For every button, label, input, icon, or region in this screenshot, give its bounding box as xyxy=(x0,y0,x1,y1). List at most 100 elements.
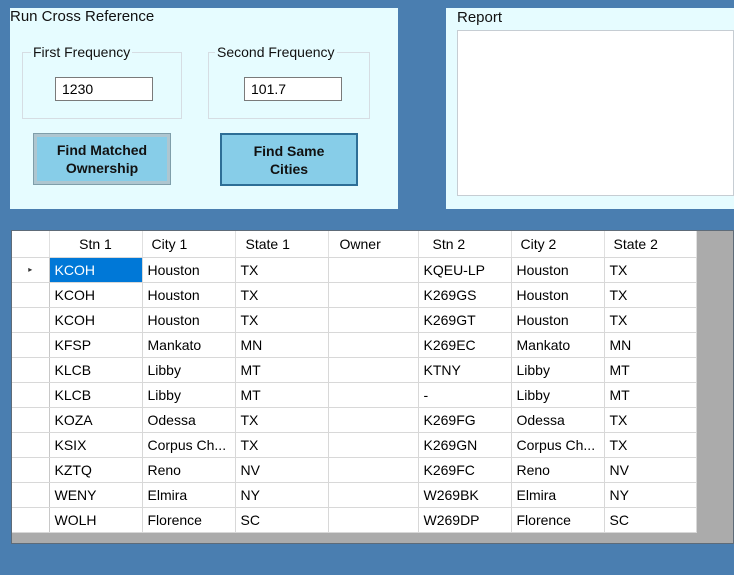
table-row[interactable]: WENY Elmira NY W269BK Elmira NY xyxy=(12,482,697,508)
cell-city2[interactable]: Houston xyxy=(511,257,605,283)
cell-stn1[interactable]: KLCB xyxy=(49,357,143,383)
column-header-state2[interactable]: State 2 xyxy=(604,231,697,258)
cell-owner[interactable] xyxy=(328,257,419,283)
row-header[interactable] xyxy=(12,482,50,508)
cell-city1[interactable]: Houston xyxy=(142,257,236,283)
cell-owner[interactable] xyxy=(328,482,419,508)
second-frequency-input[interactable] xyxy=(244,77,342,101)
cell-state1[interactable]: TX xyxy=(235,257,329,283)
cell-stn1[interactable]: KCOH xyxy=(49,282,143,308)
cell-city1[interactable]: Libby xyxy=(142,357,236,383)
find-matched-ownership-button[interactable]: Find Matched Ownership xyxy=(33,133,171,185)
first-frequency-input[interactable] xyxy=(55,77,153,101)
cell-city1[interactable]: Corpus Ch... xyxy=(142,432,236,458)
cell-stn2[interactable]: W269BK xyxy=(418,482,512,508)
find-same-cities-button[interactable]: Find Same Cities xyxy=(220,133,358,186)
cell-owner[interactable] xyxy=(328,332,419,358)
cell-state2[interactable]: MT xyxy=(604,382,697,408)
report-textbox[interactable] xyxy=(457,30,734,196)
row-header[interactable] xyxy=(12,282,50,308)
cell-stn2[interactable]: K269GT xyxy=(418,307,512,333)
cell-owner[interactable] xyxy=(328,432,419,458)
cell-stn1[interactable]: KLCB xyxy=(49,382,143,408)
cell-stn1[interactable]: KSIX xyxy=(49,432,143,458)
cell-city1[interactable]: Houston xyxy=(142,307,236,333)
cell-city2[interactable]: Libby xyxy=(511,357,605,383)
cell-city1[interactable]: Mankato xyxy=(142,332,236,358)
cell-city2[interactable]: Florence xyxy=(511,507,605,533)
cell-city1[interactable]: Odessa xyxy=(142,407,236,433)
cell-stn1[interactable]: WOLH xyxy=(49,507,143,533)
row-header[interactable] xyxy=(12,507,50,533)
cell-state2[interactable]: TX xyxy=(604,407,697,433)
cell-city2[interactable]: Elmira xyxy=(511,482,605,508)
table-row[interactable]: KCOH Houston TX K269GT Houston TX xyxy=(12,307,697,333)
cell-city1[interactable]: Florence xyxy=(142,507,236,533)
cell-state2[interactable]: NV xyxy=(604,457,697,483)
cell-state1[interactable]: NV xyxy=(235,457,329,483)
column-header-stn2[interactable]: Stn 2 xyxy=(418,231,512,258)
cell-city1[interactable]: Reno xyxy=(142,457,236,483)
cell-stn1[interactable]: KCOH xyxy=(49,257,143,283)
table-row[interactable]: KFSP Mankato MN K269EC Mankato MN xyxy=(12,332,697,358)
cell-stn2[interactable]: KTNY xyxy=(418,357,512,383)
row-header[interactable] xyxy=(12,357,50,383)
column-header-owner[interactable]: Owner xyxy=(328,231,419,258)
cell-stn1[interactable]: KZTQ xyxy=(49,457,143,483)
cell-stn1[interactable]: WENY xyxy=(49,482,143,508)
row-indicator-icon[interactable]: ▸ xyxy=(12,257,50,283)
row-header[interactable] xyxy=(12,332,50,358)
column-header-state1[interactable]: State 1 xyxy=(235,231,329,258)
cell-owner[interactable] xyxy=(328,307,419,333)
row-header[interactable] xyxy=(12,457,50,483)
results-grid[interactable]: Stn 1 City 1 State 1 Owner Stn 2 City 2 … xyxy=(11,230,734,544)
cell-owner[interactable] xyxy=(328,407,419,433)
column-header-stn1[interactable]: Stn 1 xyxy=(49,231,143,258)
table-row[interactable]: ▸ KCOH Houston TX KQEU-LP Houston TX xyxy=(12,257,697,283)
table-row[interactable]: KOZA Odessa TX K269FG Odessa TX xyxy=(12,407,697,433)
table-row[interactable]: KCOH Houston TX K269GS Houston TX xyxy=(12,282,697,308)
cell-city2[interactable]: Houston xyxy=(511,307,605,333)
row-header[interactable] xyxy=(12,307,50,333)
cell-stn2[interactable]: K269EC xyxy=(418,332,512,358)
cell-state1[interactable]: TX xyxy=(235,407,329,433)
table-row[interactable]: KSIX Corpus Ch... TX K269GN Corpus Ch...… xyxy=(12,432,697,458)
column-header-city1[interactable]: City 1 xyxy=(142,231,236,258)
cell-city2[interactable]: Mankato xyxy=(511,332,605,358)
cell-stn2[interactable]: K269FG xyxy=(418,407,512,433)
cell-state2[interactable]: MT xyxy=(604,357,697,383)
table-row[interactable]: KLCB Libby MT KTNY Libby MT xyxy=(12,357,697,383)
cell-state1[interactable]: NY xyxy=(235,482,329,508)
cell-state2[interactable]: NY xyxy=(604,482,697,508)
column-header-city2[interactable]: City 2 xyxy=(511,231,605,258)
cell-state2[interactable]: SC xyxy=(604,507,697,533)
cell-state2[interactable]: TX xyxy=(604,282,697,308)
table-row[interactable]: KZTQ Reno NV K269FC Reno NV xyxy=(12,457,697,483)
table-row[interactable]: WOLH Florence SC W269DP Florence SC xyxy=(12,507,697,533)
cell-state2[interactable]: MN xyxy=(604,332,697,358)
cell-owner[interactable] xyxy=(328,457,419,483)
cell-stn1[interactable]: KCOH xyxy=(49,307,143,333)
cell-state1[interactable]: TX xyxy=(235,307,329,333)
cell-stn2[interactable]: - xyxy=(418,382,512,408)
cell-owner[interactable] xyxy=(328,357,419,383)
cell-city2[interactable]: Libby xyxy=(511,382,605,408)
cell-stn2[interactable]: KQEU-LP xyxy=(418,257,512,283)
cell-state2[interactable]: TX xyxy=(604,307,697,333)
cell-stn1[interactable]: KOZA xyxy=(49,407,143,433)
cell-stn2[interactable]: K269GN xyxy=(418,432,512,458)
cell-state1[interactable]: TX xyxy=(235,282,329,308)
cell-state1[interactable]: SC xyxy=(235,507,329,533)
cell-city2[interactable]: Reno xyxy=(511,457,605,483)
cell-stn2[interactable]: W269DP xyxy=(418,507,512,533)
row-header[interactable] xyxy=(12,432,50,458)
cell-owner[interactable] xyxy=(328,507,419,533)
cell-state1[interactable]: MT xyxy=(235,382,329,408)
cell-state1[interactable]: MN xyxy=(235,332,329,358)
cell-city2[interactable]: Houston xyxy=(511,282,605,308)
cell-state2[interactable]: TX xyxy=(604,432,697,458)
cell-city1[interactable]: Libby xyxy=(142,382,236,408)
cell-stn2[interactable]: K269FC xyxy=(418,457,512,483)
row-header[interactable] xyxy=(12,407,50,433)
cell-state2[interactable]: TX xyxy=(604,257,697,283)
